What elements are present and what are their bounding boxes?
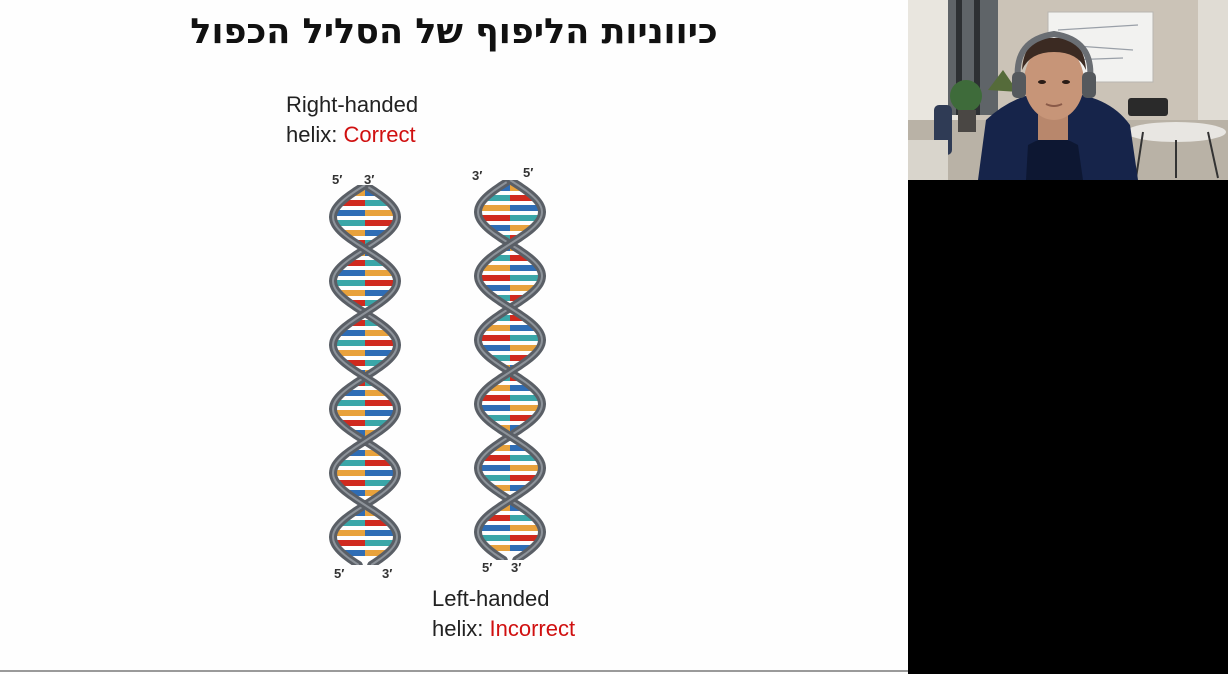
right-helix-caption-prefix: helix: <box>286 122 344 147</box>
left-helix-top-right-label: 5′ <box>523 165 534 180</box>
slide-bottom-border <box>0 670 908 672</box>
right-helix-caption-line2: helix: Correct <box>286 120 418 150</box>
left-helix-caption: Left-handed helix: Incorrect <box>432 584 575 644</box>
right-helix-caption: Right-handed helix: Correct <box>286 90 418 150</box>
right-helix-bottom-right-label: 3′ <box>382 566 393 581</box>
presentation-slide: כיווניות הליפוף של הסליל הכפול Right-han… <box>0 0 908 674</box>
empty-video-area <box>908 180 1228 674</box>
left-helix-bottom-right-label: 3′ <box>511 560 522 575</box>
slide-title: כיווניות הליפוף של הסליל הכפול <box>190 12 718 52</box>
right-helix-caption-line1: Right-handed <box>286 92 419 117</box>
presenter-video-image <box>908 0 1228 180</box>
presenter-webcam-feed <box>908 0 1228 180</box>
left-helix-caption-line2: helix: Incorrect <box>432 614 575 644</box>
left-helix-bottom-left-label: 5′ <box>482 560 493 575</box>
right-helix-bottom-left-label: 5′ <box>334 566 345 581</box>
left-helix-verdict: Incorrect <box>489 616 576 641</box>
right-helix-verdict: Correct <box>343 122 416 147</box>
left-helix-caption-prefix: helix: <box>432 616 490 641</box>
right-handed-helix-diagram <box>328 185 402 565</box>
left-helix-caption-line1: Left-handed <box>432 586 550 611</box>
left-handed-helix-diagram <box>473 180 547 560</box>
